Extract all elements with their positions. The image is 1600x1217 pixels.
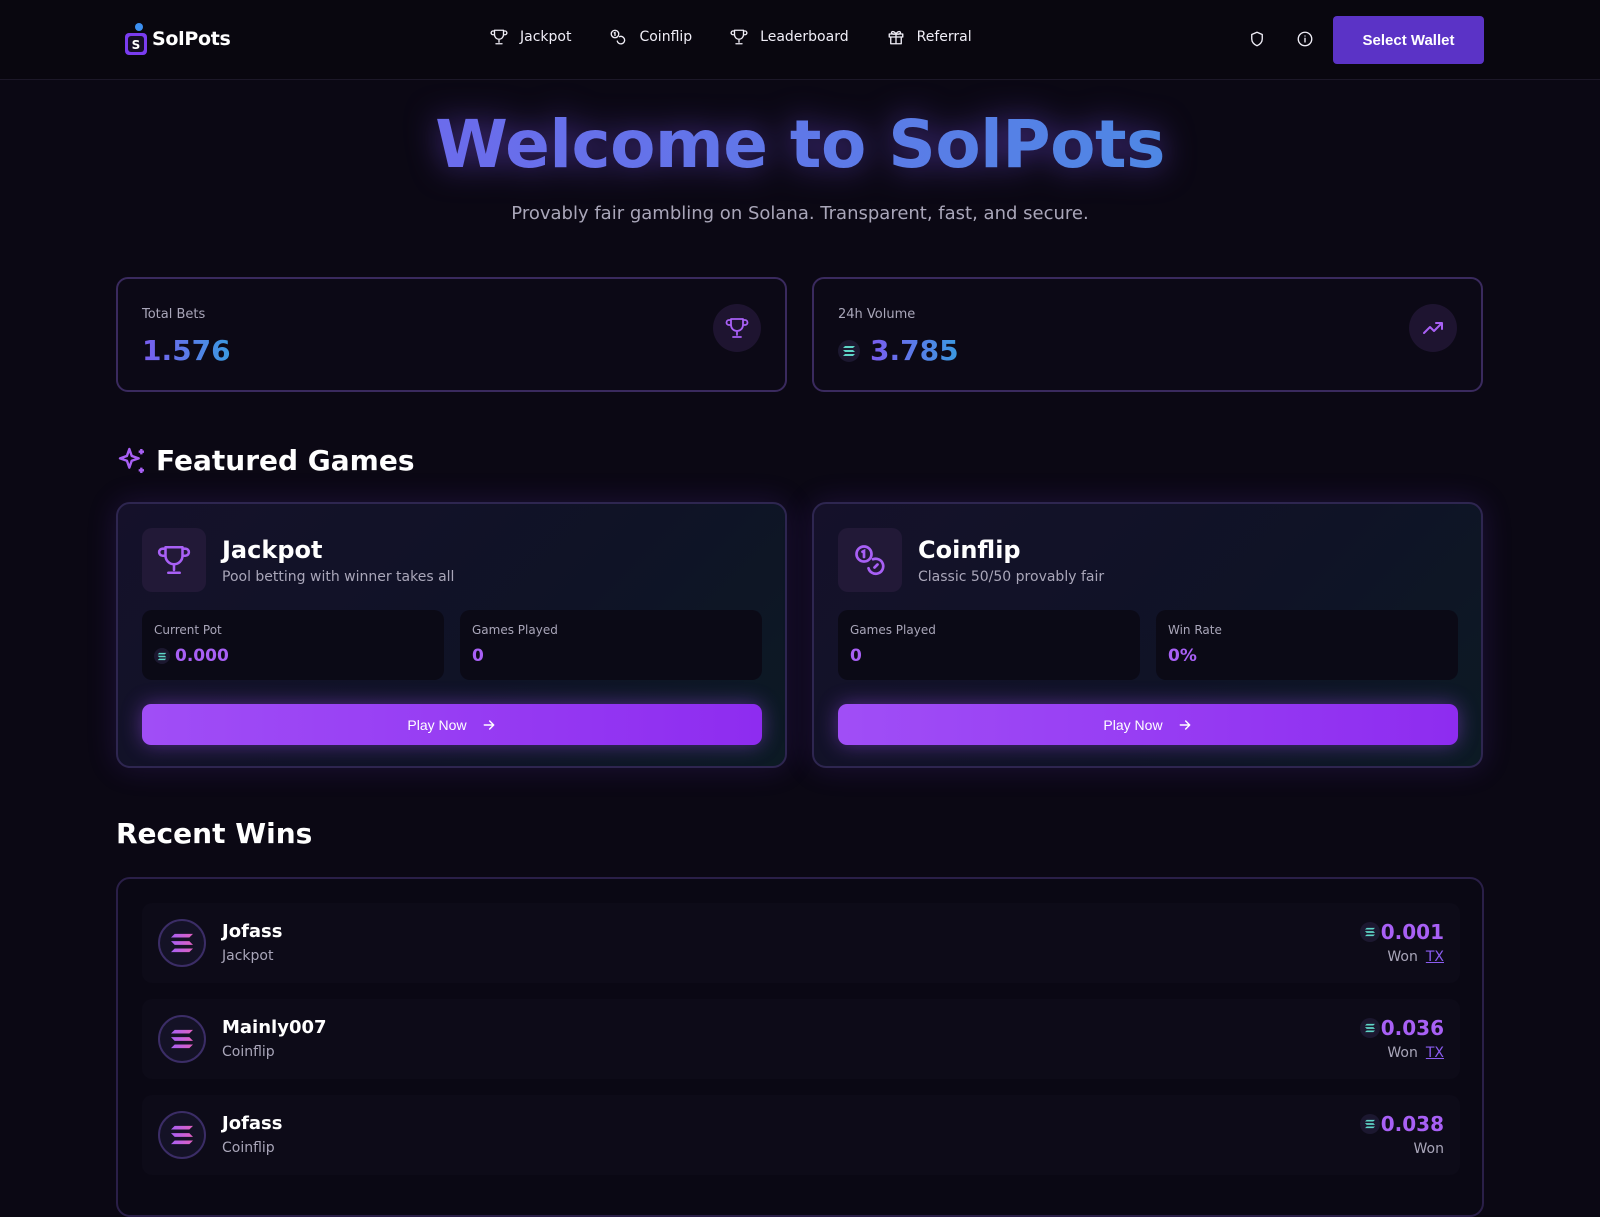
nav-coinflip[interactable]: Coinflip bbox=[609, 28, 692, 46]
gift-icon bbox=[888, 30, 904, 45]
mini-stat-label: Games Played bbox=[472, 623, 558, 637]
win-status: Won TX bbox=[1387, 949, 1444, 965]
win-row: Mainly007 Coinflip 0.036 Won TX bbox=[142, 999, 1460, 1079]
stat-card-total-bets: Total Bets 1.576 bbox=[116, 277, 787, 392]
win-status-label: Won bbox=[1413, 1141, 1444, 1157]
nav-referral-label: Referral bbox=[916, 29, 972, 45]
info-icon[interactable] bbox=[1296, 30, 1314, 48]
winner-name: Jofass bbox=[222, 1113, 283, 1134]
winner-name: Jofass bbox=[222, 921, 283, 942]
mini-stat-label: Win Rate bbox=[1168, 623, 1222, 637]
stat-value: 3.785 bbox=[870, 334, 959, 367]
hero-subtitle: Provably fair gambling on Solana. Transp… bbox=[511, 203, 1089, 224]
tx-link[interactable]: TX bbox=[1426, 1045, 1444, 1061]
game-title: Jackpot bbox=[222, 536, 323, 564]
winner-game: Jackpot bbox=[222, 948, 274, 964]
nav-referral[interactable]: Referral bbox=[887, 28, 972, 46]
game-description: Pool betting with winner takes all bbox=[222, 569, 455, 585]
mini-stat-games-played: Games Played 0 bbox=[460, 610, 762, 680]
trophy-icon bbox=[490, 29, 508, 45]
mini-stat-current-pot: Current Pot 0.000 bbox=[142, 610, 444, 680]
stat-value: 1.576 bbox=[142, 334, 231, 367]
top-bar: S SolPots Jackpot Coinflip Leaderboard R… bbox=[0, 0, 1600, 80]
nav-jackpot[interactable]: Jackpot bbox=[490, 28, 571, 46]
nav-leaderboard[interactable]: Leaderboard bbox=[730, 28, 849, 46]
avatar bbox=[158, 1015, 206, 1063]
select-wallet-button[interactable]: Select Wallet bbox=[1333, 16, 1484, 64]
mini-stat-value: 0 bbox=[850, 646, 862, 666]
play-now-label: Play Now bbox=[407, 716, 467, 733]
win-status: Won bbox=[1414, 1141, 1444, 1157]
nav-leaderboard-label: Leaderboard bbox=[760, 29, 849, 45]
stat-label: 24h Volume bbox=[838, 307, 916, 322]
arrow-right-icon bbox=[1179, 719, 1190, 730]
winner-name: Mainly007 bbox=[222, 1017, 327, 1038]
win-amount: 0.038 bbox=[1380, 1112, 1444, 1136]
win-amount: 0.036 bbox=[1380, 1016, 1444, 1040]
avatar bbox=[158, 919, 206, 967]
win-amount: 0.001 bbox=[1380, 920, 1444, 944]
trophy-icon bbox=[730, 29, 748, 45]
pot-logo-icon: S bbox=[125, 23, 147, 55]
solana-icon bbox=[171, 1125, 193, 1145]
featured-games-heading: Featured Games bbox=[116, 444, 415, 477]
mini-stat-win-rate: Win Rate 0% bbox=[1156, 610, 1458, 680]
solana-icon bbox=[171, 1029, 193, 1049]
game-title: Coinflip bbox=[918, 536, 1021, 564]
shield-icon[interactable] bbox=[1248, 30, 1266, 48]
mini-stat-value: 0 bbox=[472, 646, 484, 666]
mini-stat-label: Current Pot bbox=[154, 623, 222, 637]
arrow-right-icon bbox=[483, 719, 494, 730]
sparkles-icon bbox=[118, 447, 144, 473]
trending-up-icon bbox=[1423, 322, 1443, 334]
coins-icon bbox=[855, 545, 885, 576]
win-status-label: Won bbox=[1387, 949, 1418, 965]
winner-game: Coinflip bbox=[222, 1140, 275, 1156]
winner-game: Coinflip bbox=[222, 1044, 275, 1060]
recent-wins-panel: Jofass Jackpot 0.001 Won TX Mainly007 Co… bbox=[116, 877, 1484, 1217]
win-row: Jofass Jackpot 0.001 Won TX bbox=[142, 903, 1460, 983]
logo[interactable]: S SolPots bbox=[124, 22, 231, 56]
hero-title: Welcome to SolPots bbox=[0, 106, 1600, 183]
win-status-label: Won bbox=[1387, 1045, 1418, 1061]
nav-jackpot-label: Jackpot bbox=[520, 29, 572, 45]
svg-text:S: S bbox=[132, 38, 141, 52]
mini-stat-value: 0% bbox=[1168, 646, 1197, 666]
main-nav: Jackpot Coinflip Leaderboard Referral bbox=[490, 28, 972, 46]
solana-icon bbox=[838, 340, 860, 362]
mini-stat-value: 0.000 bbox=[175, 646, 229, 666]
stat-icon-badge bbox=[1409, 304, 1457, 352]
recent-wins-title: Recent Wins bbox=[116, 817, 313, 850]
solana-icon bbox=[154, 648, 170, 664]
tx-link[interactable]: TX bbox=[1426, 949, 1444, 965]
win-row: Jofass Coinflip 0.038 Won bbox=[142, 1095, 1460, 1175]
win-status: Won TX bbox=[1387, 1045, 1444, 1061]
play-now-label: Play Now bbox=[1103, 716, 1163, 733]
play-now-button[interactable]: Play Now bbox=[142, 704, 762, 745]
coins-icon bbox=[611, 29, 626, 45]
game-icon-badge bbox=[142, 528, 206, 592]
solana-icon bbox=[1360, 1114, 1380, 1134]
solana-icon bbox=[1360, 922, 1380, 942]
game-description: Classic 50/50 provably fair bbox=[918, 569, 1105, 585]
game-icon-badge bbox=[838, 528, 902, 592]
solana-icon bbox=[171, 933, 193, 953]
trophy-icon bbox=[725, 318, 749, 338]
stat-card-24h-volume: 24h Volume 3.785 bbox=[812, 277, 1483, 392]
logo-text: SolPots bbox=[152, 28, 231, 50]
trophy-icon bbox=[157, 545, 191, 575]
avatar bbox=[158, 1111, 206, 1159]
solana-icon bbox=[1360, 1018, 1380, 1038]
game-card-coinflip: Coinflip Classic 50/50 provably fair Gam… bbox=[812, 502, 1483, 768]
section-title: Featured Games bbox=[156, 444, 415, 477]
game-card-jackpot: Jackpot Pool betting with winner takes a… bbox=[116, 502, 787, 768]
stat-label: Total Bets bbox=[142, 307, 206, 322]
play-now-button[interactable]: Play Now bbox=[838, 704, 1458, 745]
stat-icon-badge bbox=[713, 304, 761, 352]
mini-stat-label: Games Played bbox=[850, 623, 936, 637]
nav-coinflip-label: Coinflip bbox=[639, 29, 693, 45]
mini-stat-games-played: Games Played 0 bbox=[838, 610, 1140, 680]
